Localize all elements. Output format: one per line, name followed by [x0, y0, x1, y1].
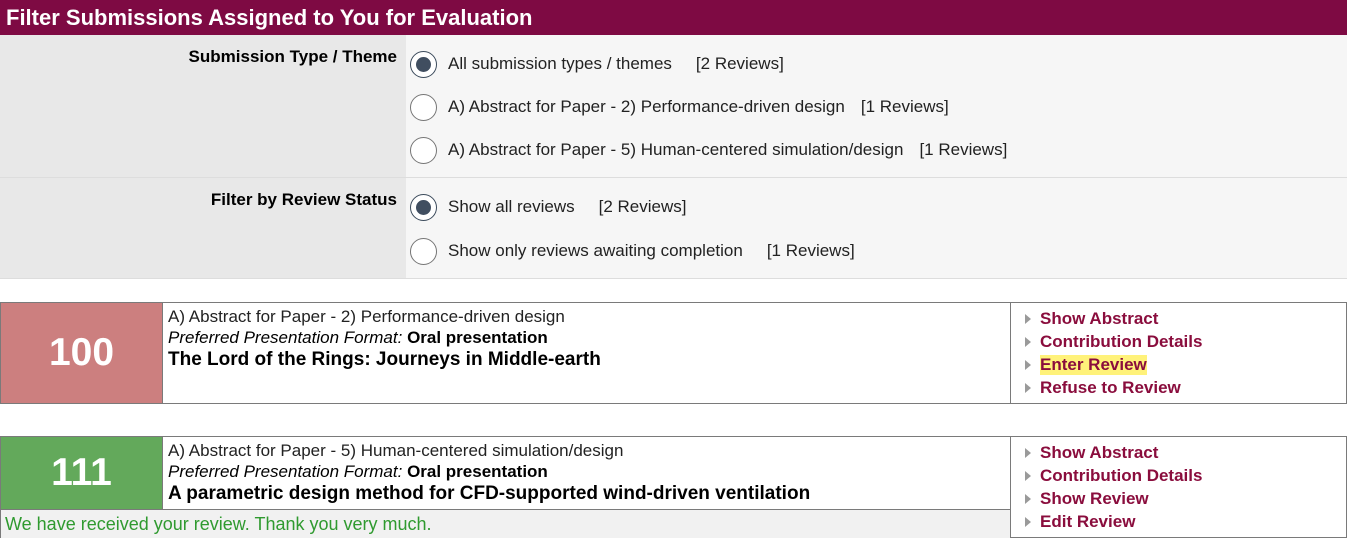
- radio-icon[interactable]: [410, 50, 437, 78]
- submission-info: A) Abstract for Paper - 5) Human-centere…: [168, 440, 1008, 505]
- action-label: Show Abstract: [1040, 308, 1159, 328]
- format-value: Oral presentation: [407, 462, 548, 481]
- action-label: Show Abstract: [1040, 442, 1159, 462]
- option-label: A) Abstract for Paper - 2) Performance-d…: [448, 97, 845, 116]
- show-abstract-link[interactable]: Show Abstract: [1025, 441, 1346, 464]
- review-received-message: We have received your review. Thank you …: [1, 509, 1010, 538]
- submission-card: 111 A) Abstract for Paper - 5) Human-cen…: [0, 436, 1347, 538]
- submission-number: 111: [1, 437, 163, 509]
- edit-review-link[interactable]: Edit Review: [1025, 510, 1346, 533]
- format-value: Oral presentation: [407, 328, 548, 347]
- triangle-right-icon: [1025, 382, 1031, 393]
- radio-icon[interactable]: [410, 93, 437, 121]
- triangle-right-icon: [1025, 516, 1031, 527]
- submission-type: A) Abstract for Paper - 2) Performance-d…: [168, 307, 565, 326]
- option-label: Show all reviews: [448, 197, 575, 216]
- presentation-format: Preferred Presentation Format: Oral pres…: [168, 327, 1008, 348]
- submission-title: The Lord of the Rings: Journeys in Middl…: [168, 349, 601, 370]
- filter-status-options: Show all reviews [2 Reviews] Show only r…: [406, 178, 1347, 278]
- filter-row-status: Filter by Review Status Show all reviews…: [0, 178, 1347, 279]
- triangle-right-icon: [1025, 470, 1031, 481]
- radio-icon[interactable]: [410, 136, 437, 164]
- action-label: Show Review: [1040, 488, 1149, 508]
- action-label: Contribution Details: [1040, 331, 1203, 351]
- filter-row-type: Submission Type / Theme All submission t…: [0, 35, 1347, 178]
- submission-title: A parametric design method for CFD-suppo…: [168, 483, 811, 504]
- option-count: [1 Reviews]: [766, 241, 855, 260]
- triangle-right-icon: [1025, 336, 1031, 347]
- action-label: Refuse to Review: [1040, 377, 1181, 397]
- submission-card: 100 A) Abstract for Paper - 2) Performan…: [0, 302, 1347, 404]
- refuse-to-review-link[interactable]: Refuse to Review: [1025, 376, 1346, 399]
- contribution-details-link[interactable]: Contribution Details: [1025, 464, 1346, 487]
- enter-review-link[interactable]: Enter Review: [1025, 353, 1346, 376]
- action-label: Enter Review: [1040, 354, 1147, 375]
- action-label: Contribution Details: [1040, 465, 1203, 485]
- action-label: Edit Review: [1040, 511, 1136, 531]
- option-count: [2 Reviews]: [695, 54, 784, 73]
- show-review-link[interactable]: Show Review: [1025, 487, 1346, 510]
- filter-type-options: All submission types / themes [2 Reviews…: [406, 35, 1347, 177]
- submission-type: A) Abstract for Paper - 5) Human-centere…: [168, 441, 624, 460]
- triangle-right-icon: [1025, 313, 1031, 324]
- contribution-details-link[interactable]: Contribution Details: [1025, 330, 1346, 353]
- format-label: Preferred Presentation Format:: [168, 328, 403, 347]
- triangle-right-icon: [1025, 493, 1031, 504]
- filter-type-option-all[interactable]: All submission types / themes [2 Reviews…: [410, 50, 784, 78]
- submission-number: 100: [1, 303, 163, 403]
- option-label: Show only reviews awaiting completion: [448, 241, 743, 260]
- format-label: Preferred Presentation Format:: [168, 462, 403, 481]
- filter-status-option-awaiting[interactable]: Show only reviews awaiting completion [1…: [410, 237, 855, 265]
- filter-type-option-human-centered[interactable]: A) Abstract for Paper - 5) Human-centere…: [410, 136, 1007, 164]
- triangle-right-icon: [1025, 359, 1031, 370]
- show-abstract-link[interactable]: Show Abstract: [1025, 307, 1346, 330]
- filter-status-option-all[interactable]: Show all reviews [2 Reviews]: [410, 193, 686, 221]
- filter-status-label: Filter by Review Status: [0, 178, 406, 278]
- radio-icon[interactable]: [410, 237, 437, 265]
- submission-info: A) Abstract for Paper - 2) Performance-d…: [168, 306, 1008, 371]
- option-count: [1 Reviews]: [919, 140, 1008, 159]
- submission-actions: Show Abstract Contribution Details Show …: [1010, 437, 1346, 537]
- presentation-format: Preferred Presentation Format: Oral pres…: [168, 461, 1008, 482]
- option-label: All submission types / themes: [448, 54, 672, 73]
- filter-type-label: Submission Type / Theme: [0, 35, 406, 177]
- option-count: [2 Reviews]: [598, 197, 687, 216]
- filter-header: Filter Submissions Assigned to You for E…: [0, 0, 1347, 35]
- triangle-right-icon: [1025, 447, 1031, 458]
- option-label: A) Abstract for Paper - 5) Human-centere…: [448, 140, 904, 159]
- filter-type-option-performance[interactable]: A) Abstract for Paper - 2) Performance-d…: [410, 93, 949, 121]
- option-count: [1 Reviews]: [860, 97, 949, 116]
- radio-icon[interactable]: [410, 193, 437, 221]
- submission-actions: Show Abstract Contribution Details Enter…: [1010, 303, 1346, 403]
